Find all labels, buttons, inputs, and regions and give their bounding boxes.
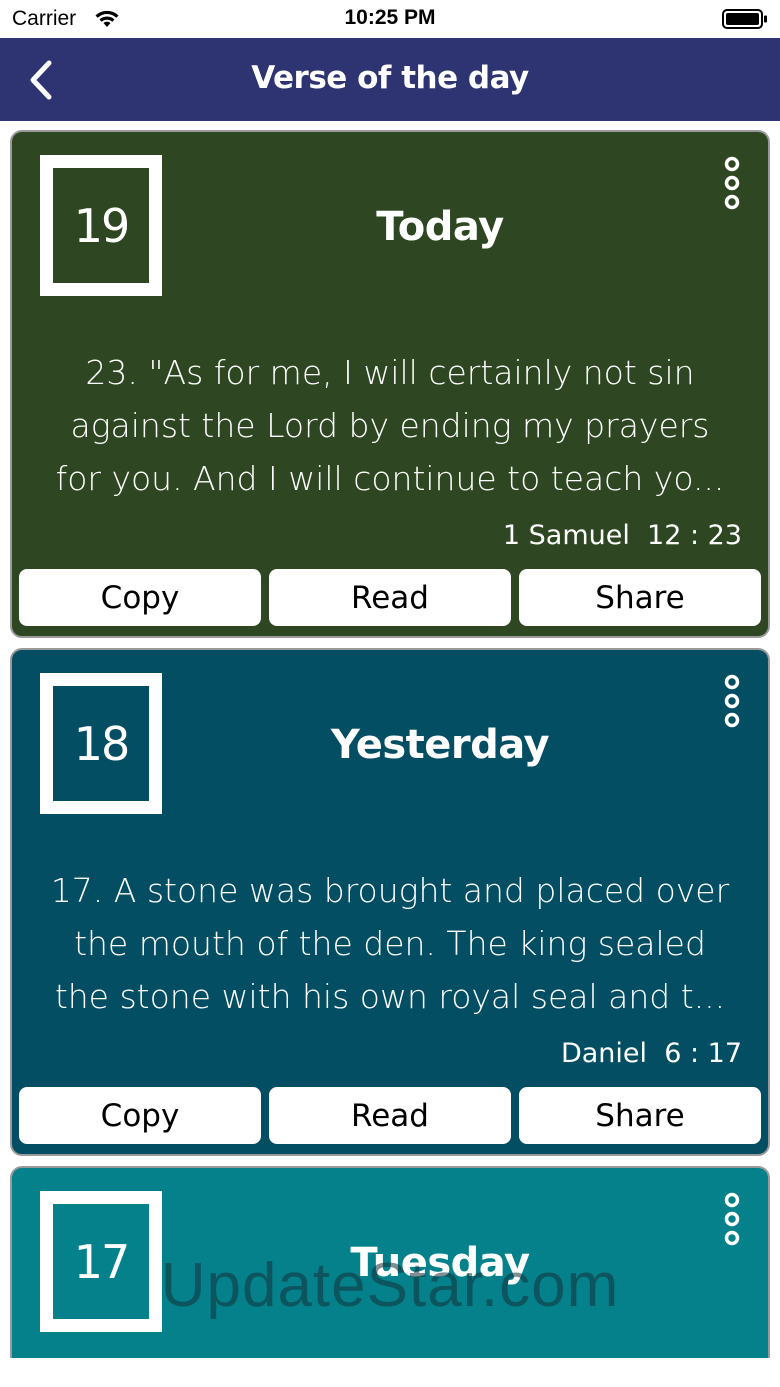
verse-card-tuesday: 17 Tuesday bbox=[10, 1166, 770, 1387]
verse-line: for you. And I will continue to teach yo… bbox=[55, 459, 725, 498]
verse-reference: Daniel 6 : 17 bbox=[560, 1038, 742, 1069]
copy-button[interactable]: Copy bbox=[19, 1087, 261, 1144]
page-title: Verse of the day bbox=[251, 60, 529, 96]
verse-text: 17. A stone was brought and placed over … bbox=[38, 864, 742, 1023]
verse-card-yesterday: 18 Yesterday 17. A stone was brought and… bbox=[10, 648, 770, 1156]
verse-line: against the Lord by ending my prayers bbox=[70, 406, 710, 445]
share-button[interactable]: Share bbox=[519, 1087, 761, 1144]
verse-line: 17. A stone was brought and placed over bbox=[50, 871, 730, 910]
read-button[interactable]: Read bbox=[269, 569, 511, 626]
verse-card-today: 19 Today 23. "As for me, I will certainl… bbox=[10, 130, 770, 638]
verse-line: the stone with his own royal seal and t.… bbox=[54, 977, 726, 1016]
verse-line: 23. "As for me, I will certainly not sin bbox=[85, 353, 695, 392]
more-options-icon[interactable] bbox=[722, 156, 742, 210]
read-button[interactable]: Read bbox=[269, 1087, 511, 1144]
battery-icon bbox=[722, 9, 767, 29]
day-label: Today bbox=[376, 204, 504, 250]
verse-line: the mouth of the den. The king sealed bbox=[74, 924, 706, 963]
more-options-icon[interactable] bbox=[722, 1192, 742, 1246]
more-options-icon[interactable] bbox=[722, 674, 742, 728]
status-time: 10:25 PM bbox=[344, 6, 436, 29]
verse-reference: 1 Samuel 12 : 23 bbox=[502, 520, 742, 551]
copy-button[interactable]: Copy bbox=[19, 569, 261, 626]
day-label: Tuesday bbox=[350, 1240, 530, 1286]
nav-bar: Verse of the day bbox=[0, 38, 780, 121]
date-box: 17 bbox=[40, 1191, 162, 1332]
day-label: Yesterday bbox=[330, 722, 550, 768]
status-bar: Carrier 10:25 PM bbox=[0, 0, 780, 38]
verse-text: 23. "As for me, I will certainly not sin… bbox=[38, 346, 742, 505]
date-box: 19 bbox=[40, 155, 162, 296]
date-box: 18 bbox=[40, 673, 162, 814]
share-button[interactable]: Share bbox=[519, 569, 761, 626]
bottom-safe-area bbox=[0, 1358, 780, 1387]
